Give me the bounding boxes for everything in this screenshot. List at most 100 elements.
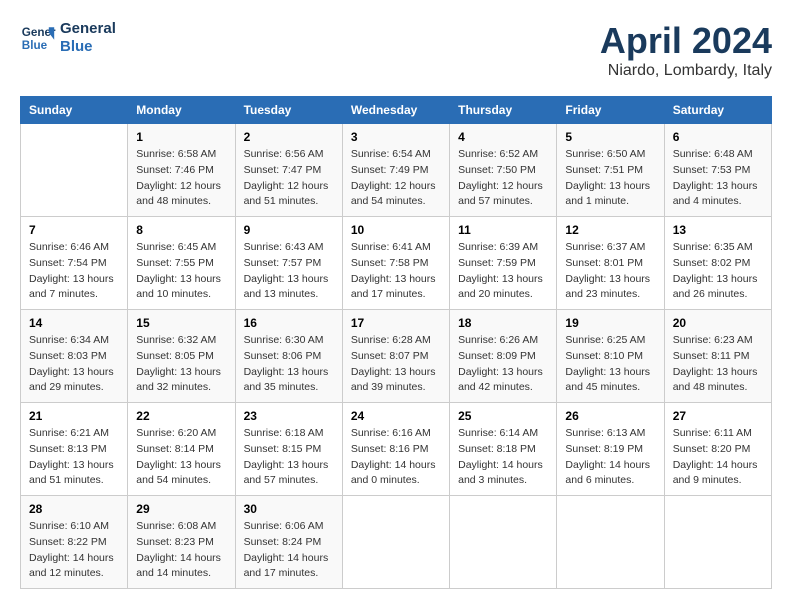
day-info: Sunrise: 6:08 AM Sunset: 8:23 PM Dayligh… (136, 519, 226, 582)
day-number: 25 (458, 409, 548, 423)
day-number: 6 (673, 130, 763, 144)
title-section: April 2024 Niardo, Lombardy, Italy (600, 20, 772, 80)
weekday-header: Monday (128, 97, 235, 124)
day-info: Sunrise: 6:18 AM Sunset: 8:15 PM Dayligh… (244, 426, 334, 489)
day-info: Sunrise: 6:14 AM Sunset: 8:18 PM Dayligh… (458, 426, 548, 489)
weekday-header: Friday (557, 97, 664, 124)
day-info: Sunrise: 6:34 AM Sunset: 8:03 PM Dayligh… (29, 333, 119, 396)
logo-general: General (60, 20, 116, 38)
calendar-cell: 23 Sunrise: 6:18 AM Sunset: 8:15 PM Dayli… (235, 403, 342, 496)
calendar-cell: 4 Sunrise: 6:52 AM Sunset: 7:50 PM Daylig… (450, 124, 557, 217)
calendar-cell: 12 Sunrise: 6:37 AM Sunset: 8:01 PM Dayli… (557, 217, 664, 310)
day-info: Sunrise: 6:54 AM Sunset: 7:49 PM Dayligh… (351, 147, 441, 210)
day-number: 22 (136, 409, 226, 423)
calendar-cell: 2 Sunrise: 6:56 AM Sunset: 7:47 PM Daylig… (235, 124, 342, 217)
day-number: 17 (351, 316, 441, 330)
day-number: 21 (29, 409, 119, 423)
day-number: 18 (458, 316, 548, 330)
day-info: Sunrise: 6:43 AM Sunset: 7:57 PM Dayligh… (244, 240, 334, 303)
day-number: 1 (136, 130, 226, 144)
weekday-header: Sunday (21, 97, 128, 124)
logo-icon: General Blue (20, 20, 56, 56)
day-info: Sunrise: 6:25 AM Sunset: 8:10 PM Dayligh… (565, 333, 655, 396)
day-number: 24 (351, 409, 441, 423)
calendar-table: SundayMondayTuesdayWednesdayThursdayFrid… (20, 96, 772, 589)
day-info: Sunrise: 6:48 AM Sunset: 7:53 PM Dayligh… (673, 147, 763, 210)
day-number: 13 (673, 223, 763, 237)
day-number: 23 (244, 409, 334, 423)
day-number: 5 (565, 130, 655, 144)
day-info: Sunrise: 6:20 AM Sunset: 8:14 PM Dayligh… (136, 426, 226, 489)
day-info: Sunrise: 6:35 AM Sunset: 8:02 PM Dayligh… (673, 240, 763, 303)
day-number: 10 (351, 223, 441, 237)
day-number: 14 (29, 316, 119, 330)
weekday-header-row: SundayMondayTuesdayWednesdayThursdayFrid… (21, 97, 772, 124)
day-info: Sunrise: 6:10 AM Sunset: 8:22 PM Dayligh… (29, 519, 119, 582)
page-header: General Blue General Blue April 2024 Nia… (20, 20, 772, 80)
calendar-week-row: 1 Sunrise: 6:58 AM Sunset: 7:46 PM Daylig… (21, 124, 772, 217)
calendar-cell: 18 Sunrise: 6:26 AM Sunset: 8:09 PM Dayli… (450, 310, 557, 403)
day-number: 19 (565, 316, 655, 330)
day-number: 12 (565, 223, 655, 237)
subtitle: Niardo, Lombardy, Italy (600, 62, 772, 80)
day-number: 4 (458, 130, 548, 144)
day-info: Sunrise: 6:45 AM Sunset: 7:55 PM Dayligh… (136, 240, 226, 303)
day-number: 28 (29, 502, 119, 516)
day-info: Sunrise: 6:28 AM Sunset: 8:07 PM Dayligh… (351, 333, 441, 396)
day-number: 30 (244, 502, 334, 516)
day-number: 9 (244, 223, 334, 237)
day-number: 8 (136, 223, 226, 237)
calendar-week-row: 7Sunrise: 6:46 AM Sunset: 7:54 PM Daylig… (21, 217, 772, 310)
day-info: Sunrise: 6:11 AM Sunset: 8:20 PM Dayligh… (673, 426, 763, 489)
calendar-cell: 19 Sunrise: 6:25 AM Sunset: 8:10 PM Dayli… (557, 310, 664, 403)
calendar-cell (557, 496, 664, 589)
calendar-cell: 11 Sunrise: 6:39 AM Sunset: 7:59 PM Dayli… (450, 217, 557, 310)
calendar-cell: 16 Sunrise: 6:30 AM Sunset: 8:06 PM Dayli… (235, 310, 342, 403)
calendar-week-row: 14 Sunrise: 6:34 AM Sunset: 8:03 PM Dayli… (21, 310, 772, 403)
calendar-cell: 5 Sunrise: 6:50 AM Sunset: 7:51 PM Daylig… (557, 124, 664, 217)
weekday-header: Thursday (450, 97, 557, 124)
day-info: Sunrise: 6:50 AM Sunset: 7:51 PM Dayligh… (565, 147, 655, 210)
day-number: 15 (136, 316, 226, 330)
day-info: Sunrise: 6:58 AM Sunset: 7:46 PM Dayligh… (136, 147, 226, 210)
day-number: 3 (351, 130, 441, 144)
calendar-cell: 25 Sunrise: 6:14 AM Sunset: 8:18 PM Dayli… (450, 403, 557, 496)
day-info: Sunrise: 6:30 AM Sunset: 8:06 PM Dayligh… (244, 333, 334, 396)
calendar-cell: 6 Sunrise: 6:48 AM Sunset: 7:53 PM Daylig… (664, 124, 771, 217)
day-info: Sunrise: 6:26 AM Sunset: 8:09 PM Dayligh… (458, 333, 548, 396)
calendar-cell: 10 Sunrise: 6:41 AM Sunset: 7:58 PM Dayli… (342, 217, 449, 310)
calendar-week-row: 28 Sunrise: 6:10 AM Sunset: 8:22 PM Dayli… (21, 496, 772, 589)
weekday-header: Saturday (664, 97, 771, 124)
day-info: Sunrise: 6:52 AM Sunset: 7:50 PM Dayligh… (458, 147, 548, 210)
calendar-cell: 20Sunrise: 6:23 AM Sunset: 8:11 PM Dayli… (664, 310, 771, 403)
day-number: 29 (136, 502, 226, 516)
calendar-week-row: 21 Sunrise: 6:21 AM Sunset: 8:13 PM Dayli… (21, 403, 772, 496)
calendar-cell: 27Sunrise: 6:11 AM Sunset: 8:20 PM Dayli… (664, 403, 771, 496)
day-info: Sunrise: 6:39 AM Sunset: 7:59 PM Dayligh… (458, 240, 548, 303)
day-number: 11 (458, 223, 548, 237)
calendar-cell: 7Sunrise: 6:46 AM Sunset: 7:54 PM Daylig… (21, 217, 128, 310)
svg-text:Blue: Blue (22, 39, 48, 52)
calendar-cell: 13 Sunrise: 6:35 AM Sunset: 8:02 PM Dayli… (664, 217, 771, 310)
day-info: Sunrise: 6:32 AM Sunset: 8:05 PM Dayligh… (136, 333, 226, 396)
calendar-cell: 15 Sunrise: 6:32 AM Sunset: 8:05 PM Dayli… (128, 310, 235, 403)
day-number: 16 (244, 316, 334, 330)
calendar-cell: 28 Sunrise: 6:10 AM Sunset: 8:22 PM Dayli… (21, 496, 128, 589)
calendar-cell: 17 Sunrise: 6:28 AM Sunset: 8:07 PM Dayli… (342, 310, 449, 403)
calendar-cell: 21 Sunrise: 6:21 AM Sunset: 8:13 PM Dayli… (21, 403, 128, 496)
calendar-cell (450, 496, 557, 589)
calendar-cell: 30 Sunrise: 6:06 AM Sunset: 8:24 PM Dayli… (235, 496, 342, 589)
day-info: Sunrise: 6:06 AM Sunset: 8:24 PM Dayligh… (244, 519, 334, 582)
calendar-cell (664, 496, 771, 589)
day-info: Sunrise: 6:21 AM Sunset: 8:13 PM Dayligh… (29, 426, 119, 489)
calendar-cell: 24 Sunrise: 6:16 AM Sunset: 8:16 PM Dayli… (342, 403, 449, 496)
day-info: Sunrise: 6:16 AM Sunset: 8:16 PM Dayligh… (351, 426, 441, 489)
day-number: 20 (673, 316, 763, 330)
day-info: Sunrise: 6:41 AM Sunset: 7:58 PM Dayligh… (351, 240, 441, 303)
day-info: Sunrise: 6:37 AM Sunset: 8:01 PM Dayligh… (565, 240, 655, 303)
day-number: 2 (244, 130, 334, 144)
day-number: 7 (29, 223, 119, 237)
logo-blue: Blue (60, 38, 116, 56)
day-info: Sunrise: 6:56 AM Sunset: 7:47 PM Dayligh… (244, 147, 334, 210)
calendar-cell: 22 Sunrise: 6:20 AM Sunset: 8:14 PM Dayli… (128, 403, 235, 496)
